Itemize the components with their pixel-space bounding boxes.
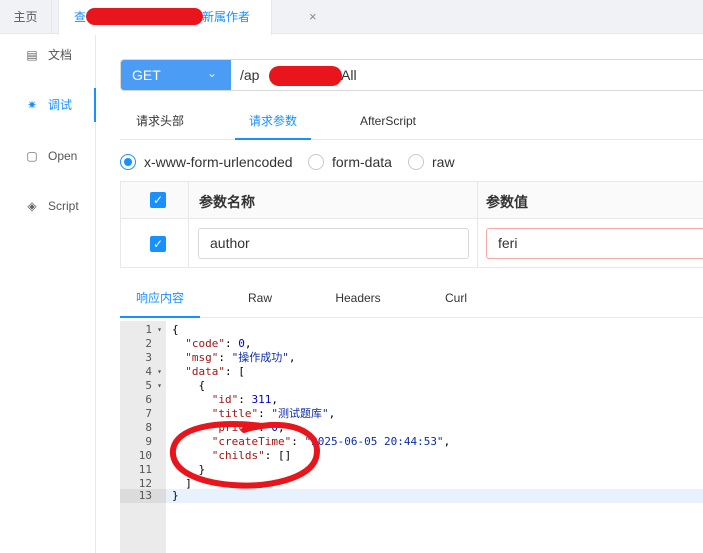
radio-label: form-data	[332, 154, 392, 170]
gutter-line: 7	[145, 407, 152, 420]
fold-icon[interactable]: ▾	[157, 379, 162, 393]
code-line: "title": "测试题库",	[211, 407, 336, 420]
select-all-checkbox[interactable]: ✓	[150, 192, 166, 208]
tab-request-headers[interactable]: 请求头部	[124, 104, 196, 140]
code-line: "id": 311,	[211, 393, 278, 406]
sidebar-item-label: 文档	[48, 48, 73, 62]
gutter-line: 11	[138, 463, 152, 476]
url-bar: GET ⌄ /ap All	[120, 59, 703, 91]
code-line: "childs": []	[211, 449, 292, 462]
sidebar-item-label: Script	[48, 199, 79, 213]
code-line: "msg": "操作成功",	[185, 351, 296, 364]
bug-icon: ✷	[26, 98, 38, 112]
sidebar-item-open[interactable]: ▢ Open	[0, 139, 96, 173]
document-icon: ▤	[26, 48, 38, 62]
code-line: "createTime": "2025-06-05 20:44:53",	[211, 435, 451, 448]
column-divider	[477, 182, 478, 267]
tab-home[interactable]: 主页	[0, 0, 52, 34]
gutter-line: 8	[145, 421, 152, 434]
sidebar-item-label: 调试	[48, 98, 73, 112]
response-tabs: 响应内容 Raw Headers Curl	[120, 283, 703, 318]
tab-request-params[interactable]: 请求参数	[235, 104, 311, 140]
column-divider	[188, 182, 189, 267]
radio-circle[interactable]	[120, 154, 136, 170]
column-header-value: 参数值	[486, 194, 528, 210]
tab-active-request[interactable]: 查 新属作者 ×	[58, 0, 317, 35]
gutter-line: 1 ▾	[145, 323, 162, 337]
sidebar-item-script[interactable]: ◈ Script	[0, 189, 96, 223]
gutter-line: 4 ▾	[145, 365, 162, 379]
chevron-down-icon: ⌄	[207, 66, 218, 80]
param-value-input[interactable]: feri	[486, 228, 703, 259]
radio-label: raw	[432, 154, 455, 170]
gutter-line: 10	[138, 449, 152, 462]
tab-after-script[interactable]: AfterScript	[350, 104, 426, 140]
redaction-mark	[269, 66, 342, 86]
url-input-suffix[interactable]: All	[341, 67, 357, 83]
sidebar: ▤ 文档 ✷ 调试 ▢ Open ◈ Script	[0, 35, 96, 553]
sidebar-item-debug[interactable]: ✷ 调试	[0, 88, 96, 122]
sidebar-item-label: Open	[48, 149, 78, 163]
tab-raw[interactable]: Raw	[230, 283, 290, 318]
gutter-line-active: 13	[120, 489, 166, 503]
code-line: }	[172, 489, 179, 502]
column-header-name: 参数名称	[199, 194, 255, 210]
file-icon: ▢	[26, 149, 38, 163]
tab-headers[interactable]: Headers	[323, 283, 393, 318]
code-line: "price": 0,	[211, 421, 285, 434]
radio-label: x-www-form-urlencoded	[144, 154, 293, 170]
params-table: ✓ 参数名称 参数值 ✓ author feri	[120, 181, 703, 268]
radio-circle[interactable]	[408, 154, 424, 170]
tab-title-prefix: 查	[74, 10, 87, 24]
line-gutter: 1 ▾ 2 3 4 ▾ 5 ▾ 6 7 8 9 10 11 12 13	[120, 321, 166, 553]
response-code-editor[interactable]: 1 ▾ 2 3 4 ▾ 5 ▾ 6 7 8 9 10 11 12 13 { "code…	[120, 321, 703, 553]
tab-title-suffix: 新属作者	[202, 10, 251, 24]
sidebar-item-docs[interactable]: ▤ 文档	[0, 38, 96, 72]
redaction-mark	[86, 8, 203, 25]
method-label: GET	[132, 67, 161, 83]
fold-icon[interactable]: ▾	[157, 365, 162, 379]
code-cube-icon: ◈	[27, 199, 37, 213]
code-line: "data": [	[185, 365, 245, 378]
code-line: "code": 0,	[185, 337, 252, 350]
code-line: {	[172, 379, 206, 392]
gutter-line: 6	[145, 393, 152, 406]
gutter-line: 5 ▾	[145, 379, 162, 393]
active-line-highlight	[166, 489, 703, 503]
request-tabs: 请求头部 请求参数 AfterScript	[120, 104, 703, 140]
row-checkbox[interactable]: ✓	[150, 236, 166, 252]
code-line: {	[172, 323, 179, 336]
radio-circle[interactable]	[308, 154, 324, 170]
fold-icon[interactable]: ▾	[157, 323, 162, 337]
gutter-line: 3	[145, 351, 152, 364]
code-line: }	[172, 463, 206, 476]
gutter-line: 2	[145, 337, 152, 350]
method-select[interactable]: GET ⌄	[121, 60, 231, 90]
tab-curl[interactable]: Curl	[430, 283, 482, 318]
url-input[interactable]: /ap	[240, 67, 259, 83]
close-icon[interactable]: ×	[309, 0, 317, 34]
tab-bar: 主页 查 新属作者 ×	[0, 0, 703, 35]
tab-response-content[interactable]: 响应内容	[120, 283, 200, 318]
param-name-input[interactable]: author	[198, 228, 469, 259]
gutter-line: 9	[145, 435, 152, 448]
